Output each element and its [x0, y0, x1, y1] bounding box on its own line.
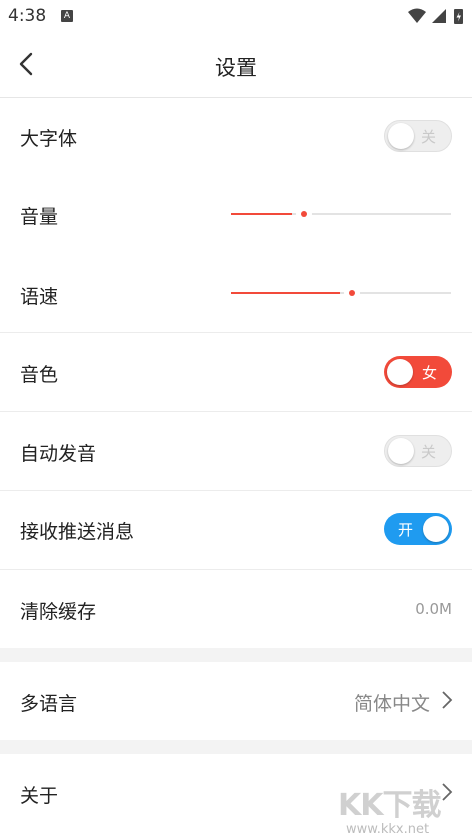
setting-row-volume: 音量	[0, 176, 472, 255]
toggle-knob	[388, 123, 414, 149]
setting-row-clear-cache[interactable]: 清除缓存 0.0M	[0, 570, 472, 648]
notification-a-icon: A	[61, 10, 73, 22]
toggle-text: 开	[398, 521, 414, 539]
setting-row-language[interactable]: 多语言 简体中文	[0, 662, 472, 740]
slider-thumb[interactable]	[296, 206, 312, 222]
setting-row-push: 接收推送消息 开	[0, 491, 472, 570]
slider-fill	[231, 213, 292, 215]
toggle-text: 女	[421, 364, 437, 382]
volume-slider[interactable]	[231, 204, 451, 224]
cache-size-value: 0.0M	[415, 600, 452, 618]
setting-label: 音色	[20, 364, 59, 386]
setting-row-speech-rate: 语速	[0, 254, 472, 333]
status-time: 4:38	[8, 6, 47, 26]
setting-label: 关于	[20, 785, 59, 807]
setting-row-auto-pronounce: 自动发音 关	[0, 412, 472, 491]
page-title: 设置	[215, 56, 257, 80]
setting-label: 音量	[20, 206, 59, 228]
push-toggle[interactable]: 开	[384, 513, 452, 545]
setting-label: 大字体	[20, 128, 78, 150]
auto-pronounce-toggle[interactable]: 关	[384, 435, 452, 467]
chevron-right-icon	[442, 691, 453, 709]
wifi-icon	[408, 8, 426, 23]
toggle-knob	[388, 438, 414, 464]
large-font-toggle[interactable]: 关	[384, 120, 452, 152]
status-bar: 4:38 A	[0, 0, 472, 32]
watermark: KK下载 www.kkx.net	[338, 780, 448, 838]
slider-thumb[interactable]	[344, 285, 360, 301]
setting-label: 接收推送消息	[20, 521, 135, 543]
watermark-logo: KK下载	[338, 788, 441, 823]
setting-row-large-font: 大字体 关	[0, 98, 472, 177]
toggle-text: 关	[420, 128, 436, 146]
voice-toggle[interactable]: 女	[384, 356, 452, 388]
setting-label: 多语言	[20, 693, 78, 715]
setting-label: 语速	[20, 286, 59, 308]
signal-icon	[432, 9, 446, 23]
toggle-text: 关	[420, 443, 436, 461]
slider-fill	[231, 292, 340, 294]
toggle-knob	[423, 516, 449, 542]
section-divider	[0, 740, 472, 754]
setting-label: 自动发音	[20, 443, 97, 465]
section-divider	[0, 648, 472, 662]
setting-label: 清除缓存	[20, 601, 97, 623]
watermark-url: www.kkx.net	[346, 822, 430, 837]
language-value: 简体中文	[353, 693, 430, 715]
app-bar: 设置	[0, 32, 472, 98]
system-status-icons	[408, 8, 463, 24]
setting-row-voice: 音色 女	[0, 333, 472, 412]
toggle-knob	[387, 359, 413, 385]
speech-rate-slider[interactable]	[231, 283, 451, 303]
